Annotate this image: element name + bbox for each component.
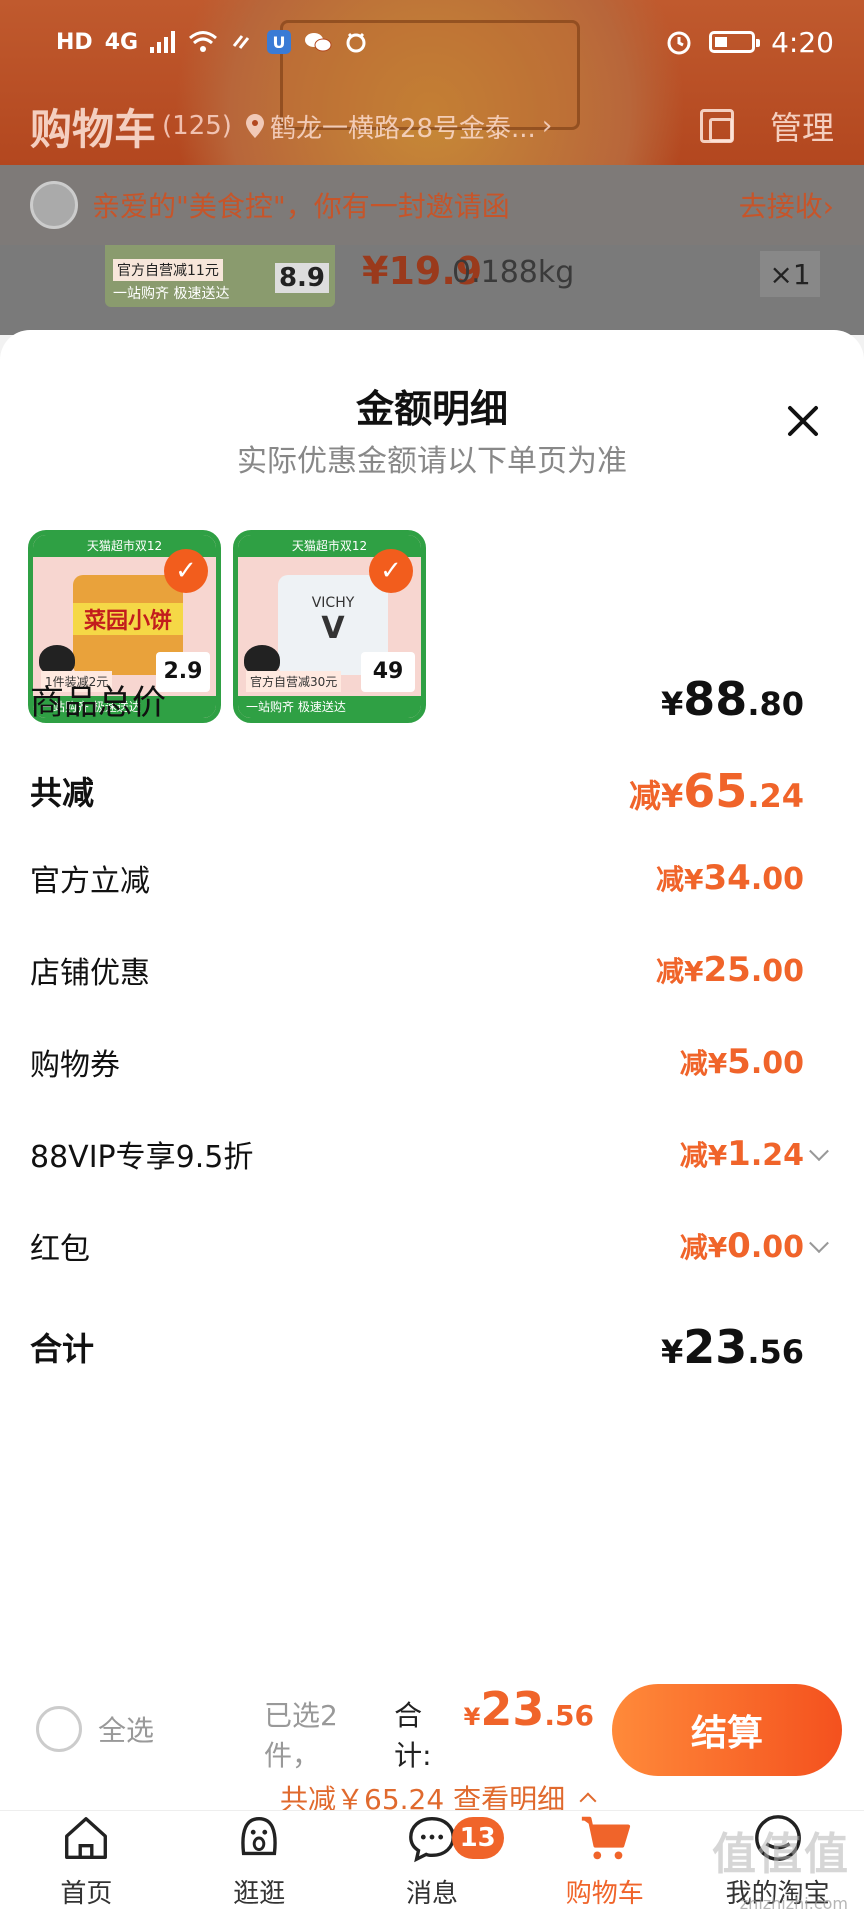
invite-banner[interactable]: 亲爱的"美食控"，你有一封邀请函 去接收› — [0, 165, 864, 245]
row-amount: 减¥ 34.00 — [656, 858, 804, 898]
wechat-icon — [305, 33, 332, 52]
status-left: HD 4G U — [56, 29, 368, 55]
svg-text:U: U — [273, 33, 286, 52]
status-right: 4:20 — [665, 26, 834, 59]
checkout-button[interactable]: 结算 — [612, 1684, 842, 1776]
select-all-radio[interactable] — [36, 1706, 82, 1752]
bg-item-tagline: 一站购齐 极速送达 — [113, 286, 230, 302]
selected-check-icon: ✓ — [164, 549, 208, 593]
chevron-down-icon[interactable] — [809, 1141, 829, 1162]
message-count-badge: 13 — [451, 1817, 504, 1859]
close-icon[interactable] — [778, 396, 828, 446]
tab-label: 购物车 — [565, 1879, 644, 1909]
row-label: 合计 — [30, 1330, 95, 1368]
row-red-packet[interactable]: 红包 减¥ 0.00 — [30, 1224, 829, 1268]
link-icon — [232, 35, 250, 49]
discover-icon — [241, 1817, 277, 1856]
location-text: 鹤龙一横路28号金泰... — [269, 113, 536, 144]
chevron-right-icon: › — [541, 111, 553, 141]
tab-discover[interactable]: 逛逛 — [173, 1811, 346, 1920]
watermark-url: zhizhizhi.com — [739, 1894, 848, 1913]
cart-title: 购物车 — [30, 104, 157, 154]
copy-icon[interactable] — [699, 109, 734, 143]
tab-label: 首页 — [60, 1879, 113, 1909]
row-amount: 减¥ 0.00 — [679, 1226, 804, 1266]
row-label: 店铺优惠 — [30, 956, 150, 991]
signal-icon — [150, 31, 176, 53]
battery-icon — [709, 31, 761, 53]
row-grand-total: 合计 ¥23.56 — [30, 1320, 804, 1374]
row-amount: 减¥ 5.00 — [679, 1042, 804, 1082]
invite-text: 亲爱的"美食控"，你有一封邀请函 — [92, 190, 510, 223]
tab-cart[interactable]: 购物车 — [518, 1811, 691, 1920]
status-bar: HD 4G U 4:20 — [0, 0, 864, 84]
row-88vip[interactable]: 88VIP专享9.5折 减¥ 1.24 — [30, 1132, 829, 1176]
row-amount: ¥23.56 — [661, 1320, 804, 1374]
row-total-discount: 共减 减¥ 65.24 — [30, 764, 804, 818]
alert-app-icon — [346, 32, 366, 53]
row-amount: 减¥ 25.00 — [656, 950, 804, 990]
clock-time: 4:20 — [771, 25, 834, 59]
cart-icon — [581, 1816, 630, 1860]
row-amount: ¥88.80 — [661, 672, 804, 726]
total-amount: ¥23.56 — [463, 1682, 594, 1736]
cart-header-actions: 管理 — [699, 103, 834, 149]
row-label: 购物券 — [30, 1048, 120, 1083]
row-official-discount: 官方立减 减¥ 34.00 — [30, 856, 804, 900]
sheet-subtitle: 实际优惠金额请以下单页为准 — [237, 444, 627, 479]
background-item-qty: ×1 — [760, 251, 820, 297]
location-pin-icon — [245, 114, 264, 138]
sheet-title: 金额明细 — [355, 387, 508, 431]
chevron-up-icon — [579, 1792, 597, 1810]
app-notification-icon: U — [267, 30, 292, 54]
row-store-discount: 店铺优惠 减¥ 25.00 — [30, 948, 804, 992]
background-cart-item: 官方自营减11元 一站购齐 极速送达 8.9 ¥19.9 0.188kg ×1 — [0, 245, 864, 335]
tab-messages[interactable]: 消息 13 — [346, 1811, 519, 1920]
select-all[interactable]: 全选 — [36, 1706, 154, 1752]
watermark: 值值值 — [712, 1829, 850, 1880]
product-name: 菜园小饼 — [73, 603, 183, 635]
row-label: 官方立减 — [30, 864, 150, 899]
cart-count: (125) — [162, 111, 232, 141]
selected-total-line: 已选2件， 合计: ¥23.56 — [264, 1682, 594, 1774]
checkout-bar: 全选 已选2件， 合计: ¥23.56 共减￥65.24 查看明细 结算 — [0, 1660, 864, 1816]
chevron-down-icon[interactable] — [809, 1233, 829, 1254]
row-label: 88VIP专享9.5折 — [30, 1140, 254, 1175]
selected-count: 已选2件， — [264, 1699, 338, 1772]
order-summary: 已选2件， 合计: ¥23.56 共减￥65.24 查看明细 — [264, 1682, 597, 1818]
home-icon — [65, 1817, 108, 1859]
row-label: 共减 — [30, 774, 95, 812]
product-name: VICHY — [311, 595, 355, 611]
bg-item-handprice: 8.9 — [274, 263, 329, 293]
row-label: 红包 — [30, 1232, 90, 1267]
selected-check-icon: ✓ — [369, 549, 413, 593]
network-label: 4G — [104, 29, 139, 55]
accept-invite-link[interactable]: 去接收› — [739, 185, 834, 225]
manage-button[interactable]: 管理 — [770, 103, 834, 149]
row-coupon: 购物券 减¥ 5.00 — [30, 1040, 804, 1084]
row-label: 商品总价 — [30, 682, 166, 723]
wifi-icon — [189, 31, 218, 52]
bg-item-deal: 官方自营减11元 — [113, 259, 223, 281]
row-amount: 减¥ 65.24 — [629, 764, 804, 818]
background-item-weight: 0.188kg — [452, 255, 575, 290]
row-subtotal: 商品总价 ¥88.80 — [30, 672, 804, 726]
tab-label: 逛逛 — [233, 1879, 286, 1909]
hd-label: HD — [56, 29, 93, 55]
cart-header: 购物车 (125) 鹤龙一横路28号金泰... › 管理 — [0, 96, 864, 156]
alarm-icon — [667, 31, 691, 55]
row-amount: 减¥ 1.24 — [679, 1134, 804, 1174]
total-label: 合计: — [394, 1699, 432, 1772]
select-all-label: 全选 — [98, 1714, 155, 1747]
amount-detail-sheet: 金额明细 实际优惠金额请以下单页为准 天猫超市双12 菜园小饼 1件装减2元 2… — [0, 330, 864, 1810]
mascot-avatar — [30, 181, 78, 229]
tab-label: 消息 — [405, 1879, 458, 1909]
tab-home[interactable]: 首页 — [0, 1811, 173, 1920]
background-item-thumbnail: 官方自营减11元 一站购齐 极速送达 8.9 — [105, 245, 335, 307]
delivery-location[interactable]: 鹤龙一横路28号金泰... › — [245, 108, 553, 145]
